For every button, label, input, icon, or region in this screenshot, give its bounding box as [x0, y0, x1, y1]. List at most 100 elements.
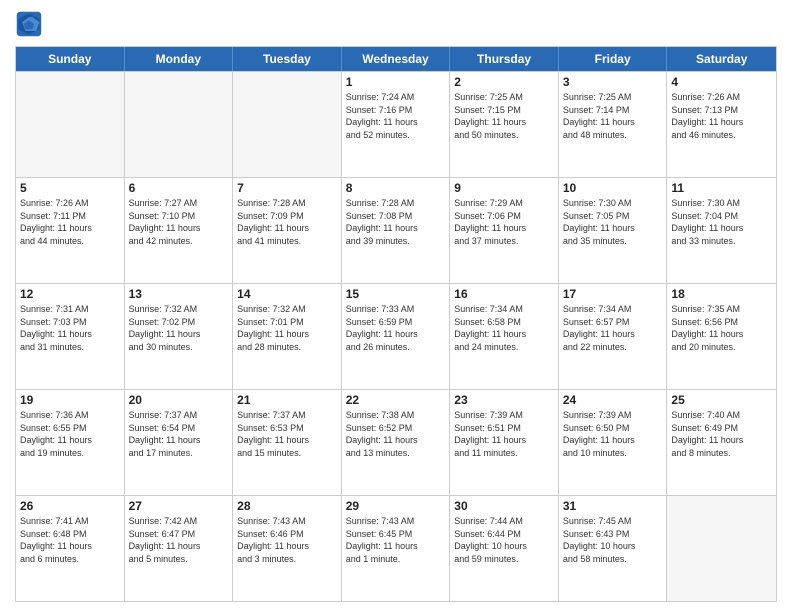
weekday-header: Monday — [125, 47, 234, 71]
cell-content: Sunrise: 7:34 AM Sunset: 6:57 PM Dayligh… — [563, 303, 663, 353]
calendar-cell: 30 Sunrise: 7:44 AM Sunset: 6:44 PM Dayli… — [450, 496, 559, 601]
cell-content: Sunrise: 7:28 AM Sunset: 7:09 PM Dayligh… — [237, 197, 337, 247]
weekday-header: Wednesday — [342, 47, 451, 71]
day-number: 11 — [671, 181, 772, 195]
page: SundayMondayTuesdayWednesdayThursdayFrid… — [0, 0, 792, 612]
cell-content: Sunrise: 7:37 AM Sunset: 6:54 PM Dayligh… — [129, 409, 229, 459]
calendar-cell — [125, 72, 234, 177]
calendar-cell: 14 Sunrise: 7:32 AM Sunset: 7:01 PM Dayli… — [233, 284, 342, 389]
day-number: 1 — [346, 75, 446, 89]
day-number: 23 — [454, 393, 554, 407]
cell-content: Sunrise: 7:39 AM Sunset: 6:50 PM Dayligh… — [563, 409, 663, 459]
cell-content: Sunrise: 7:41 AM Sunset: 6:48 PM Dayligh… — [20, 515, 120, 565]
calendar-cell — [233, 72, 342, 177]
calendar-cell: 6 Sunrise: 7:27 AM Sunset: 7:10 PM Daylig… — [125, 178, 234, 283]
calendar-cell: 13Sunrise: 7:32 AM Sunset: 7:02 PM Dayli… — [125, 284, 234, 389]
cell-content: Sunrise: 7:36 AM Sunset: 6:55 PM Dayligh… — [20, 409, 120, 459]
cell-content: Sunrise: 7:24 AM Sunset: 7:16 PM Dayligh… — [346, 91, 446, 141]
calendar-row: 19 Sunrise: 7:36 AM Sunset: 6:55 PM Dayli… — [16, 389, 776, 495]
day-number: 19 — [20, 393, 120, 407]
day-number: 10 — [563, 181, 663, 195]
calendar-cell: 26 Sunrise: 7:41 AM Sunset: 6:48 PM Dayli… — [16, 496, 125, 601]
day-number: 6 — [129, 181, 229, 195]
weekday-header: Friday — [559, 47, 668, 71]
calendar-row: 26 Sunrise: 7:41 AM Sunset: 6:48 PM Dayli… — [16, 495, 776, 601]
day-number: 18 — [671, 287, 772, 301]
day-number: 14 — [237, 287, 337, 301]
cell-content: Sunrise: 7:44 AM Sunset: 6:44 PM Dayligh… — [454, 515, 554, 565]
calendar-cell — [16, 72, 125, 177]
calendar-cell: 20Sunrise: 7:37 AM Sunset: 6:54 PM Dayli… — [125, 390, 234, 495]
calendar-cell: 9 Sunrise: 7:29 AM Sunset: 7:06 PM Daylig… — [450, 178, 559, 283]
cell-content: Sunrise: 7:32 AM Sunset: 7:01 PM Dayligh… — [237, 303, 337, 353]
calendar-cell: 8Sunrise: 7:28 AM Sunset: 7:08 PM Daylig… — [342, 178, 451, 283]
day-number: 4 — [671, 75, 772, 89]
calendar-cell: 3 Sunrise: 7:25 AM Sunset: 7:14 PM Daylig… — [559, 72, 668, 177]
day-number: 24 — [563, 393, 663, 407]
weekday-header: Tuesday — [233, 47, 342, 71]
day-number: 9 — [454, 181, 554, 195]
calendar-cell: 10 Sunrise: 7:30 AM Sunset: 7:05 PM Dayli… — [559, 178, 668, 283]
calendar-row: 1 Sunrise: 7:24 AM Sunset: 7:16 PM Daylig… — [16, 71, 776, 177]
calendar-cell: 7 Sunrise: 7:28 AM Sunset: 7:09 PM Daylig… — [233, 178, 342, 283]
cell-content: Sunrise: 7:43 AM Sunset: 6:45 PM Dayligh… — [346, 515, 446, 565]
calendar-cell: 21 Sunrise: 7:37 AM Sunset: 6:53 PM Dayli… — [233, 390, 342, 495]
header — [15, 10, 777, 38]
cell-content: Sunrise: 7:28 AM Sunset: 7:08 PM Dayligh… — [346, 197, 446, 247]
calendar-cell: 1 Sunrise: 7:24 AM Sunset: 7:16 PM Daylig… — [342, 72, 451, 177]
calendar-row: 5 Sunrise: 7:26 AM Sunset: 7:11 PM Daylig… — [16, 177, 776, 283]
day-number: 15 — [346, 287, 446, 301]
cell-content: Sunrise: 7:45 AM Sunset: 6:43 PM Dayligh… — [563, 515, 663, 565]
day-number: 21 — [237, 393, 337, 407]
logo — [15, 10, 47, 38]
cell-content: Sunrise: 7:29 AM Sunset: 7:06 PM Dayligh… — [454, 197, 554, 247]
cell-content: Sunrise: 7:32 AM Sunset: 7:02 PM Dayligh… — [129, 303, 229, 353]
weekday-header: Sunday — [16, 47, 125, 71]
day-number: 16 — [454, 287, 554, 301]
cell-content: Sunrise: 7:26 AM Sunset: 7:13 PM Dayligh… — [671, 91, 772, 141]
cell-content: Sunrise: 7:33 AM Sunset: 6:59 PM Dayligh… — [346, 303, 446, 353]
calendar-body: 1 Sunrise: 7:24 AM Sunset: 7:16 PM Daylig… — [16, 71, 776, 601]
calendar-cell — [667, 496, 776, 601]
cell-content: Sunrise: 7:43 AM Sunset: 6:46 PM Dayligh… — [237, 515, 337, 565]
day-number: 26 — [20, 499, 120, 513]
cell-content: Sunrise: 7:39 AM Sunset: 6:51 PM Dayligh… — [454, 409, 554, 459]
calendar-cell: 5 Sunrise: 7:26 AM Sunset: 7:11 PM Daylig… — [16, 178, 125, 283]
logo-icon — [15, 10, 43, 38]
calendar-cell: 28Sunrise: 7:43 AM Sunset: 6:46 PM Dayli… — [233, 496, 342, 601]
day-number: 22 — [346, 393, 446, 407]
cell-content: Sunrise: 7:35 AM Sunset: 6:56 PM Dayligh… — [671, 303, 772, 353]
day-number: 25 — [671, 393, 772, 407]
calendar-cell: 23 Sunrise: 7:39 AM Sunset: 6:51 PM Dayli… — [450, 390, 559, 495]
calendar-cell: 15 Sunrise: 7:33 AM Sunset: 6:59 PM Dayli… — [342, 284, 451, 389]
day-number: 5 — [20, 181, 120, 195]
calendar-cell: 22Sunrise: 7:38 AM Sunset: 6:52 PM Dayli… — [342, 390, 451, 495]
calendar-cell: 16Sunrise: 7:34 AM Sunset: 6:58 PM Dayli… — [450, 284, 559, 389]
day-number: 30 — [454, 499, 554, 513]
cell-content: Sunrise: 7:30 AM Sunset: 7:05 PM Dayligh… — [563, 197, 663, 247]
day-number: 27 — [129, 499, 229, 513]
weekday-header: Saturday — [667, 47, 776, 71]
calendar-cell: 17 Sunrise: 7:34 AM Sunset: 6:57 PM Dayli… — [559, 284, 668, 389]
day-number: 2 — [454, 75, 554, 89]
weekday-header: Thursday — [450, 47, 559, 71]
calendar-cell: 11Sunrise: 7:30 AM Sunset: 7:04 PM Dayli… — [667, 178, 776, 283]
cell-content: Sunrise: 7:37 AM Sunset: 6:53 PM Dayligh… — [237, 409, 337, 459]
cell-content: Sunrise: 7:25 AM Sunset: 7:14 PM Dayligh… — [563, 91, 663, 141]
cell-content: Sunrise: 7:42 AM Sunset: 6:47 PM Dayligh… — [129, 515, 229, 565]
cell-content: Sunrise: 7:27 AM Sunset: 7:10 PM Dayligh… — [129, 197, 229, 247]
day-number: 3 — [563, 75, 663, 89]
calendar-cell: 2Sunrise: 7:25 AM Sunset: 7:15 PM Daylig… — [450, 72, 559, 177]
day-number: 17 — [563, 287, 663, 301]
calendar-cell: 25Sunrise: 7:40 AM Sunset: 6:49 PM Dayli… — [667, 390, 776, 495]
calendar-cell: 19 Sunrise: 7:36 AM Sunset: 6:55 PM Dayli… — [16, 390, 125, 495]
calendar-cell: 18 Sunrise: 7:35 AM Sunset: 6:56 PM Dayli… — [667, 284, 776, 389]
calendar-header: SundayMondayTuesdayWednesdayThursdayFrid… — [16, 47, 776, 71]
cell-content: Sunrise: 7:31 AM Sunset: 7:03 PM Dayligh… — [20, 303, 120, 353]
calendar-cell: 24 Sunrise: 7:39 AM Sunset: 6:50 PM Dayli… — [559, 390, 668, 495]
day-number: 31 — [563, 499, 663, 513]
day-number: 7 — [237, 181, 337, 195]
calendar: SundayMondayTuesdayWednesdayThursdayFrid… — [15, 46, 777, 602]
cell-content: Sunrise: 7:26 AM Sunset: 7:11 PM Dayligh… — [20, 197, 120, 247]
calendar-cell: 12Sunrise: 7:31 AM Sunset: 7:03 PM Dayli… — [16, 284, 125, 389]
